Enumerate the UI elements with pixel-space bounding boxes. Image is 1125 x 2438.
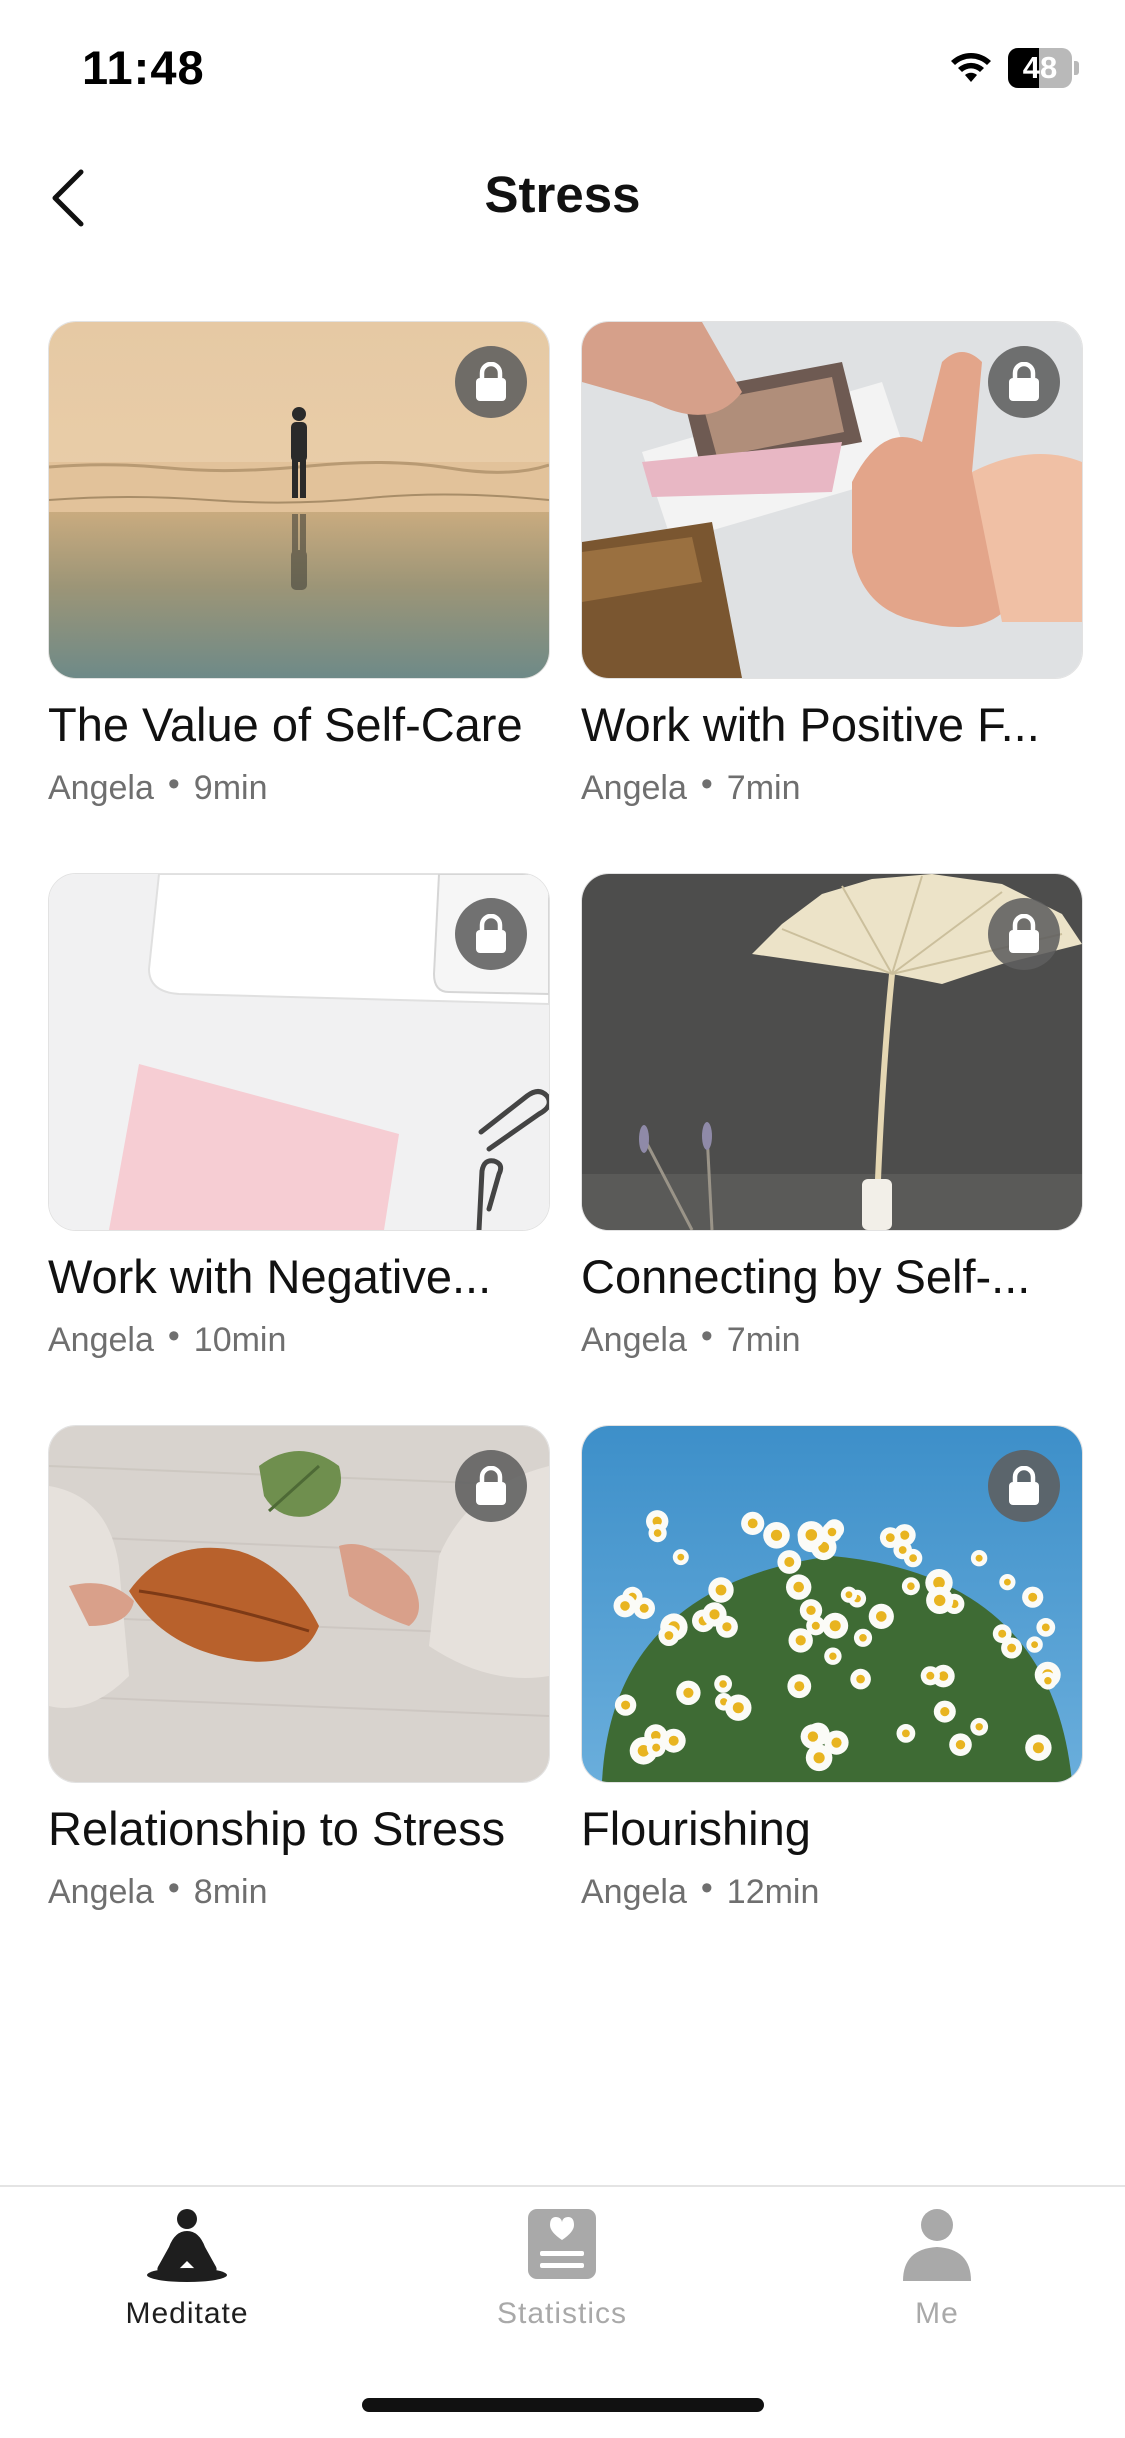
session-title: Relationship to Stress: [48, 1802, 506, 1855]
session-title: Work with Positive F...: [581, 698, 1040, 751]
session-duration: 9min: [193, 769, 268, 807]
meta-separator: •: [167, 765, 180, 803]
session-card[interactable]: Work with Negative... Angela • 10min: [48, 873, 550, 1373]
meditate-icon: [147, 2209, 227, 2282]
meta-separator: •: [700, 1869, 713, 1907]
lock-icon: [988, 346, 1060, 418]
lock-icon: [988, 1450, 1060, 1522]
session-meta: Angela • 12min: [581, 1869, 1083, 1912]
wifi-icon: [951, 53, 991, 82]
tab-label: Statistics: [496, 2297, 628, 2330]
tab-me[interactable]: Me: [812, 2207, 1062, 2347]
session-card[interactable]: Relationship to Stress Angela • 8min: [48, 1425, 550, 1925]
tab-label: Meditate: [125, 2297, 249, 2330]
lock-icon: [455, 898, 527, 970]
session-author: Angela: [581, 1321, 687, 1359]
session-title: Work with Negative...: [48, 1250, 492, 1303]
session-meta: Angela • 7min: [581, 765, 1083, 808]
session-image: [581, 873, 1083, 1231]
session-author: Angela: [48, 1321, 154, 1359]
lock-icon: [988, 898, 1060, 970]
session-duration: 7min: [726, 1321, 801, 1359]
status-time: 11:48: [82, 41, 205, 94]
tab-label: Me: [915, 2297, 959, 2330]
session-image: [581, 1425, 1083, 1783]
session-meta: Angela • 10min: [48, 1317, 550, 1360]
session-meta: Angela • 7min: [581, 1317, 1083, 1360]
lock-icon: [455, 346, 527, 418]
session-image: [48, 321, 550, 679]
session-meta: Angela • 9min: [48, 765, 550, 808]
session-duration: 12min: [726, 1873, 820, 1911]
home-indicator: [362, 2398, 764, 2412]
session-image: [48, 873, 550, 1231]
session-title: The Value of Self-Care: [48, 698, 523, 751]
session-author: Angela: [48, 1873, 154, 1911]
tab-meditate[interactable]: Meditate: [62, 2207, 312, 2347]
battery-icon: 48: [1008, 48, 1079, 88]
person-icon: [903, 2209, 971, 2281]
meta-separator: •: [700, 1317, 713, 1355]
session-card[interactable]: The Value of Self-Care Angela • 9min: [48, 321, 550, 821]
session-card[interactable]: Flourishing Angela • 12min: [581, 1425, 1083, 1925]
session-image: [581, 321, 1083, 679]
meta-separator: •: [167, 1869, 180, 1907]
session-author: Angela: [581, 769, 687, 807]
session-title: Flourishing: [581, 1802, 811, 1855]
session-duration: 10min: [193, 1321, 287, 1359]
session-title: Connecting by Self-...: [581, 1250, 1031, 1303]
tab-statistics[interactable]: Statistics: [437, 2207, 687, 2347]
status-bar: 11:48 48: [0, 0, 1125, 140]
session-author: Angela: [48, 769, 154, 807]
lock-icon: [455, 1450, 527, 1522]
meta-separator: •: [167, 1317, 180, 1355]
session-duration: 7min: [726, 769, 801, 807]
session-image: [48, 1425, 550, 1783]
session-card[interactable]: Connecting by Self-... Angela • 7min: [581, 873, 1083, 1373]
battery-level: 48: [1022, 50, 1058, 85]
session-duration: 8min: [193, 1873, 268, 1911]
session-meta: Angela • 8min: [48, 1869, 550, 1912]
page-title: Stress: [484, 166, 641, 223]
meta-separator: •: [700, 765, 713, 803]
session-author: Angela: [581, 1873, 687, 1911]
session-card[interactable]: Work with Positive F... Angela • 7min: [581, 321, 1083, 821]
statistics-icon: [528, 2209, 596, 2279]
